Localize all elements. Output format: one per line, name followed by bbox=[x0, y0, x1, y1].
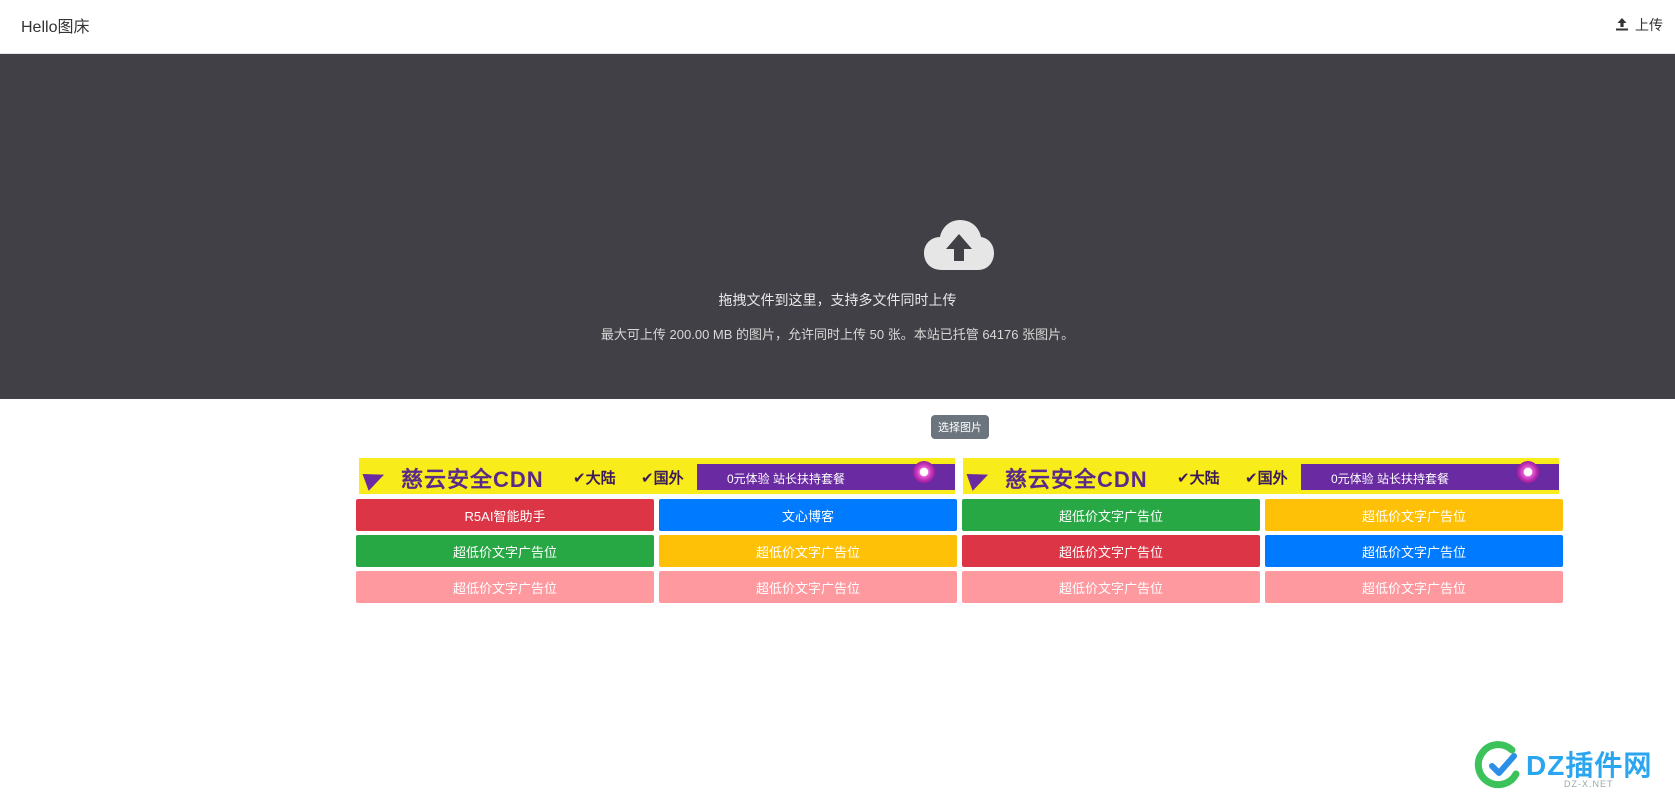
banner-offer: 0元体验 站长扶持套餐 bbox=[727, 472, 846, 486]
upload-dropzone[interactable]: 拖拽文件到这里，支持多文件同时上传 最大可上传 200.00 MB 的图片，允许… bbox=[0, 54, 1675, 399]
site-watermark: DZ插件网 DZ-X.NET bbox=[1474, 740, 1664, 796]
upload-nav-label: 上传 bbox=[1635, 17, 1663, 33]
banner-ad-right[interactable]: 慈云安全CDN ✔大陆 ✔国外 0元体验 站长扶持套餐 bbox=[963, 458, 1559, 494]
text-ad[interactable]: 超低价文字广告位 bbox=[659, 535, 957, 567]
upload-icon bbox=[1615, 17, 1629, 34]
choose-image-button[interactable]: 选择图片 bbox=[931, 415, 989, 439]
text-ad[interactable]: 超低价文字广告位 bbox=[962, 571, 1260, 603]
text-ad[interactable]: R5AI智能助手 bbox=[356, 499, 654, 531]
text-ad[interactable]: 文心博客 bbox=[659, 499, 957, 531]
banner-title: 慈云安全CDN bbox=[1005, 467, 1148, 492]
upload-nav-link[interactable]: 上传 bbox=[1615, 15, 1663, 35]
watermark-text: DZ插件网 bbox=[1526, 750, 1653, 781]
banner-tag-overseas: ✔国外 bbox=[1245, 470, 1288, 487]
paper-plane-icon bbox=[362, 467, 388, 491]
banner-offer: 0元体验 站长扶持套餐 bbox=[1331, 472, 1450, 486]
ring-icon bbox=[1517, 461, 1539, 483]
banner-tag-mainland: ✔大陆 bbox=[573, 470, 616, 487]
text-ad[interactable]: 超低价文字广告位 bbox=[1265, 535, 1563, 567]
watermark-subtext: DZ-X.NET bbox=[1564, 779, 1614, 789]
banner-title: 慈云安全CDN bbox=[401, 467, 544, 492]
cloud-upload-icon bbox=[924, 220, 994, 270]
text-ad[interactable]: 超低价文字广告位 bbox=[659, 571, 957, 603]
site-brand[interactable]: Hello图床 bbox=[21, 13, 89, 37]
banner-tag-overseas: ✔国外 bbox=[641, 470, 684, 487]
paper-plane-icon bbox=[966, 467, 992, 491]
dropzone-hint: 拖拽文件到这里，支持多文件同时上传 bbox=[718, 292, 957, 308]
text-ad[interactable]: 超低价文字广告位 bbox=[356, 571, 654, 603]
banner-tag-mainland: ✔大陆 bbox=[1177, 470, 1220, 487]
ring-icon bbox=[913, 461, 935, 483]
top-navbar: Hello图床 上传 bbox=[0, 0, 1675, 54]
text-ad[interactable]: 超低价文字广告位 bbox=[1265, 499, 1563, 531]
text-ad[interactable]: 超低价文字广告位 bbox=[962, 535, 1260, 567]
text-ad[interactable]: 超低价文字广告位 bbox=[962, 499, 1260, 531]
dropzone-limits: 最大可上传 200.00 MB 的图片，允许同时上传 50 张。本站已托管 64… bbox=[600, 327, 1075, 342]
text-ad[interactable]: 超低价文字广告位 bbox=[356, 535, 654, 567]
dz-logo-icon bbox=[1474, 741, 1520, 789]
text-ad[interactable]: 超低价文字广告位 bbox=[1265, 571, 1563, 603]
banner-ad-left[interactable]: 慈云安全CDN ✔大陆 ✔国外 0元体验 站长扶持套餐 bbox=[359, 458, 955, 494]
